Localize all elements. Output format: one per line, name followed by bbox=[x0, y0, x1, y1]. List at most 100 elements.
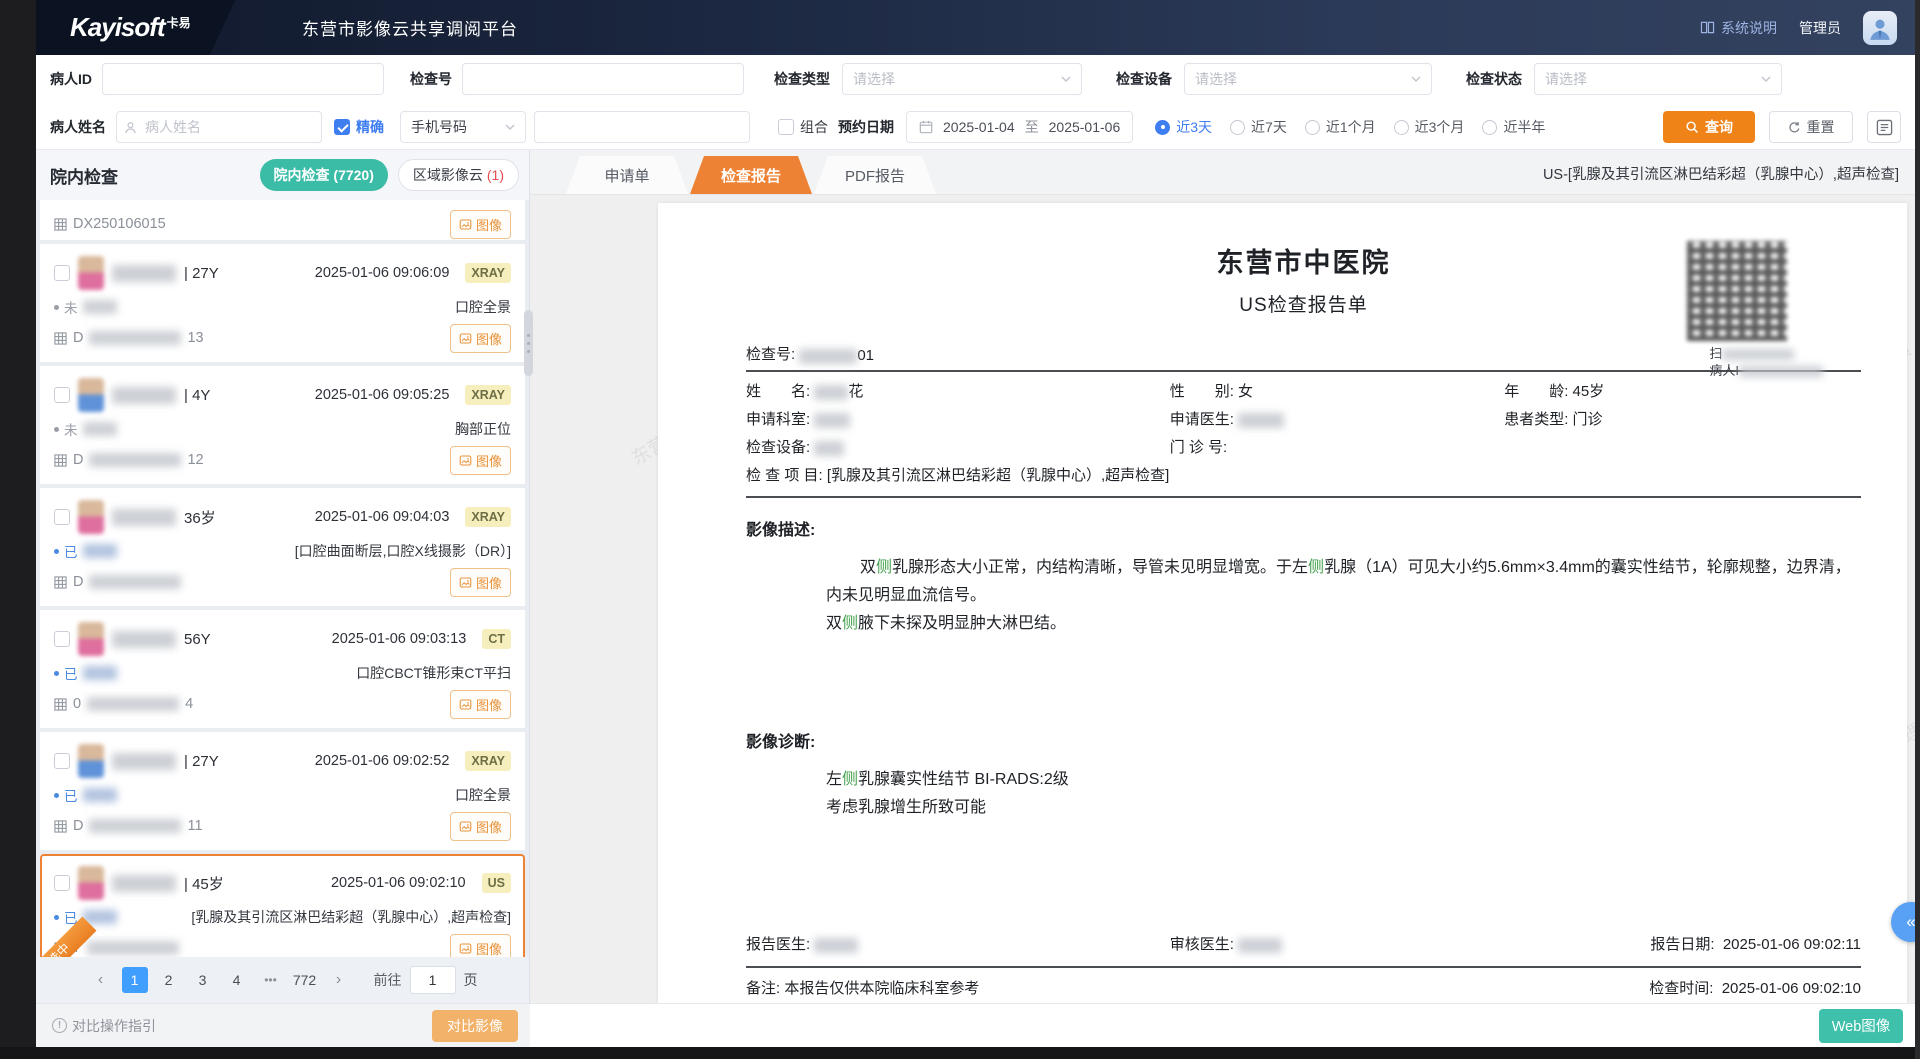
combo-label[interactable]: 组合 bbox=[800, 117, 828, 137]
exam-list-item[interactable]: 36岁 2025-01-06 09:04:03 XRAY 已 [口腔曲面断层,口… bbox=[40, 488, 525, 606]
item-checkbox[interactable] bbox=[54, 631, 70, 647]
tab-pdf-report[interactable]: PDF报告 bbox=[814, 156, 936, 194]
gender-label: 性 别: bbox=[1170, 383, 1234, 400]
tab-regional-cloud-label: 区域影像云 bbox=[413, 165, 483, 185]
status-select[interactable]: 请选择 bbox=[1534, 63, 1782, 95]
image-button[interactable]: 图像 bbox=[450, 934, 511, 958]
range-halfyear-radio[interactable]: 近半年 bbox=[1482, 117, 1545, 137]
review-doctor-redacted bbox=[1238, 938, 1282, 953]
desc-highlight: 侧 bbox=[1308, 559, 1324, 576]
window-frame-bottom bbox=[0, 1047, 1920, 1059]
reset-button[interactable]: 重置 bbox=[1769, 111, 1853, 143]
status-redacted bbox=[83, 422, 117, 436]
item-checkbox[interactable] bbox=[54, 265, 70, 281]
image-button[interactable]: 图像 bbox=[450, 210, 511, 239]
exam-type-select[interactable]: 请选择 bbox=[842, 63, 1082, 95]
description-title: 影像描述: bbox=[746, 516, 1861, 540]
device-placeholder: 请选择 bbox=[1195, 69, 1237, 89]
panel-resize-handle[interactable] bbox=[524, 310, 533, 376]
page-button-4[interactable]: 4 bbox=[224, 967, 250, 993]
diag-highlight: 侧 bbox=[842, 771, 858, 788]
image-button[interactable]: 图像 bbox=[450, 690, 511, 719]
range-7days-radio[interactable]: 近7天 bbox=[1230, 117, 1287, 137]
web-image-button[interactable]: Web图像 bbox=[1819, 1009, 1903, 1043]
date-start: 2025-01-04 bbox=[943, 119, 1015, 135]
exact-checkbox[interactable] bbox=[334, 119, 350, 135]
range-3months-radio[interactable]: 近3个月 bbox=[1394, 117, 1465, 137]
report-status: 已 bbox=[54, 785, 117, 805]
phone-input[interactable] bbox=[534, 111, 750, 143]
item-checkbox[interactable] bbox=[54, 753, 70, 769]
search-button[interactable]: 查询 bbox=[1663, 111, 1755, 143]
layout-settings-button[interactable] bbox=[1867, 111, 1901, 143]
exam-name: 口腔全景 bbox=[455, 297, 511, 317]
appointment-date-label: 预约日期 bbox=[838, 117, 894, 137]
exact-label[interactable]: 精确 bbox=[356, 117, 384, 137]
patient-id-input[interactable] bbox=[102, 63, 384, 95]
tab-regional-cloud[interactable]: 区域影像云 (1) bbox=[398, 159, 519, 191]
bottom-bar: ! 对比操作指引 对比影像 Web图像 bbox=[36, 1003, 1915, 1047]
doctors-row: 报告医生: 审核医生: 报告日期: 2025-01-06 09:02:11 bbox=[746, 930, 1861, 960]
system-help-link[interactable]: 系统说明 bbox=[1700, 18, 1777, 38]
tab-request-form[interactable]: 申请单 bbox=[566, 156, 688, 194]
prev-page-button[interactable]: ‹ bbox=[88, 967, 114, 993]
exam-list-item[interactable]: 56Y 2025-01-06 09:03:13 CT 已 口腔CBCT锥形束CT… bbox=[40, 610, 525, 728]
goto-page-input[interactable] bbox=[410, 966, 456, 994]
next-page-button[interactable]: › bbox=[326, 967, 352, 993]
exam-no-row: 检查号: 01 bbox=[746, 343, 1861, 364]
range-1month-radio[interactable]: 近1个月 bbox=[1305, 117, 1376, 137]
user-menu[interactable]: 管理员 bbox=[1799, 18, 1841, 38]
compare-images-button[interactable]: 对比影像 bbox=[432, 1010, 518, 1042]
image-button[interactable]: 图像 bbox=[450, 446, 511, 475]
date-range-picker[interactable]: 2025-01-04 至 2025-01-06 bbox=[906, 111, 1133, 143]
patient-id-prefix: 病人I bbox=[1709, 363, 1739, 378]
image-button[interactable]: 图像 bbox=[450, 568, 511, 597]
page-ellipsis[interactable]: ••• bbox=[258, 967, 284, 993]
accession-prefix: D bbox=[73, 452, 83, 468]
tab-hospital-exams[interactable]: 院内检查 (7720) bbox=[260, 159, 388, 191]
page-button-last[interactable]: 772 bbox=[292, 967, 318, 993]
exam-list[interactable]: DX250106015 图像 | 27Y bbox=[36, 200, 529, 957]
item-checkbox[interactable] bbox=[54, 509, 70, 525]
combo-checkbox[interactable] bbox=[778, 119, 794, 135]
patient-avatar bbox=[78, 500, 104, 534]
accession-prefix: 0 bbox=[73, 696, 81, 712]
exam-no-input[interactable] bbox=[462, 63, 744, 95]
avatar[interactable] bbox=[1863, 11, 1897, 45]
modality-badge: XRAY bbox=[465, 385, 511, 405]
name-redacted bbox=[814, 385, 848, 400]
exam-no-label: 检查号: bbox=[746, 343, 795, 364]
description-paragraph-1: 双侧乳腺形态大小正常，内结构清晰，导管未见明显增宽。于左侧乳腺（1A）可见大小约… bbox=[826, 554, 1861, 610]
item-checkbox[interactable] bbox=[54, 387, 70, 403]
patient-name-input[interactable] bbox=[116, 111, 322, 143]
exam-list-item-partial[interactable]: DX250106015 图像 bbox=[40, 200, 525, 240]
report-viewport[interactable]: 东营市影像云共享调阅平台 管理员 东营市影像云共享调阅平台 管理员 东营市影像云… bbox=[530, 195, 1915, 1003]
exam-list-item-selected[interactable]: | 45岁 2025-01-06 09:02:10 US 已 [乳腺及其引流区淋… bbox=[40, 854, 525, 957]
page-button-1[interactable]: 1 bbox=[122, 967, 148, 993]
page-button-3[interactable]: 3 bbox=[190, 967, 216, 993]
divider bbox=[746, 496, 1861, 498]
phone-type-select[interactable]: 手机号码 bbox=[400, 111, 526, 143]
patient-age: 36岁 bbox=[184, 507, 216, 528]
note-label: 备注: bbox=[746, 980, 780, 997]
double-chevron-left-icon: « bbox=[1906, 912, 1915, 932]
image-button[interactable]: 图像 bbox=[450, 812, 511, 841]
tab-exam-report[interactable]: 检查报告 bbox=[690, 156, 812, 194]
accession-number: D13 bbox=[54, 330, 204, 346]
item-checkbox[interactable] bbox=[54, 875, 70, 891]
device-select[interactable]: 请选择 bbox=[1184, 63, 1432, 95]
page-button-2[interactable]: 2 bbox=[156, 967, 182, 993]
image-button[interactable]: 图像 bbox=[450, 324, 511, 353]
exam-list-item[interactable]: | 27Y 2025-01-06 09:06:09 XRAY 未 口腔全景 D1… bbox=[40, 244, 525, 362]
window-frame-left bbox=[0, 0, 36, 1059]
book-icon bbox=[1700, 21, 1715, 34]
exam-list-item[interactable]: | 4Y 2025-01-06 09:05:25 XRAY 未 胸部正位 D12 bbox=[40, 366, 525, 484]
top-navbar: Kayisoft 卡易 东营市影像云共享调阅平台 系统说明 管理员 bbox=[36, 0, 1915, 55]
request-doctor-redacted bbox=[1238, 413, 1284, 428]
compare-guide-link[interactable]: ! 对比操作指引 bbox=[52, 1016, 156, 1036]
accession-redacted bbox=[89, 453, 181, 467]
exam-datetime: 2025-01-06 09:02:10 bbox=[331, 875, 466, 891]
exam-list-item[interactable]: | 27Y 2025-01-06 09:02:52 XRAY 已 口腔全景 D1… bbox=[40, 732, 525, 850]
name-visible: 花 bbox=[848, 383, 863, 400]
range-3days-radio[interactable]: 近3天 bbox=[1155, 117, 1212, 137]
